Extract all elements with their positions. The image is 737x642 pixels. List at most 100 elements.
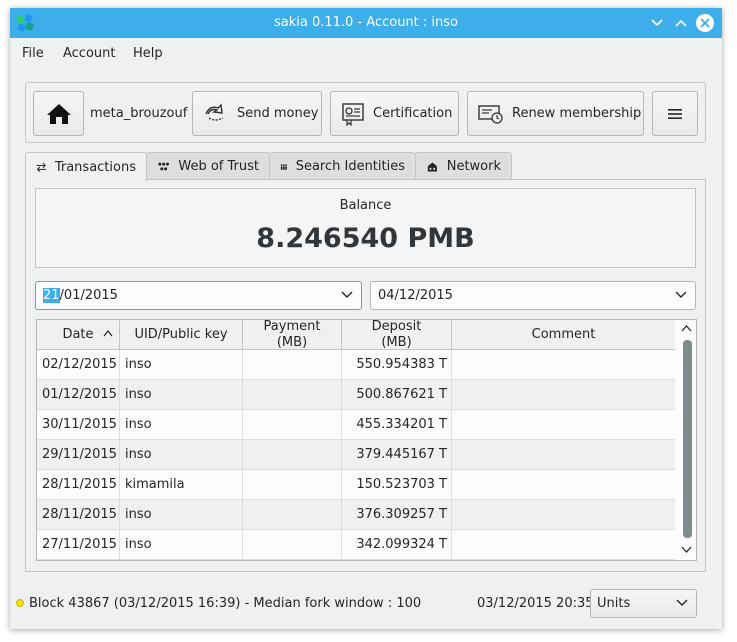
cell-payment bbox=[243, 530, 342, 560]
menu-file[interactable]: File bbox=[22, 46, 44, 61]
chevron-down-icon[interactable] bbox=[341, 291, 353, 299]
tab-search-identities-label: Search Identities bbox=[295, 159, 405, 174]
cell-date: 01/12/2015 bbox=[37, 380, 120, 410]
table-row[interactable]: 27/11/2015 inso 342.099324 T bbox=[37, 530, 675, 560]
send-money-label: Send money bbox=[237, 106, 319, 121]
cell-uid: inso bbox=[120, 410, 243, 440]
tab-transactions[interactable]: Transactions bbox=[25, 152, 147, 181]
scroll-down-icon[interactable] bbox=[681, 546, 692, 554]
status-bar: Block 43867 (03/12/2015 16:39) - Median … bbox=[10, 588, 722, 618]
cell-date: 29/11/2015 bbox=[37, 440, 120, 470]
cell-uid: inso bbox=[120, 380, 243, 410]
cell-comment bbox=[452, 470, 675, 500]
column-header-date[interactable]: Date bbox=[37, 320, 120, 350]
table-row[interactable]: 28/11/2015 kimamila 150.523703 T bbox=[37, 470, 675, 500]
tab-network[interactable]: Network bbox=[415, 152, 512, 180]
certificate-icon bbox=[342, 102, 364, 126]
cell-date: 27/11/2015 bbox=[37, 530, 120, 560]
column-header-uid[interactable]: UID/Public key bbox=[120, 320, 243, 350]
date-from-field[interactable]: 21/01/2015 bbox=[35, 281, 362, 310]
menu-account[interactable]: Account bbox=[63, 46, 116, 61]
date-from-selected-part: 21 bbox=[43, 288, 60, 303]
renew-membership-label: Renew membership bbox=[512, 106, 642, 121]
status-indicator-icon bbox=[16, 599, 24, 607]
send-money-icon bbox=[205, 102, 224, 121]
cell-payment bbox=[243, 410, 342, 440]
block-status-text: Block 43867 (03/12/2015 16:39) - Median … bbox=[29, 596, 422, 611]
network-icon bbox=[427, 161, 437, 172]
tab-search-identities[interactable]: Search Identities bbox=[269, 152, 416, 180]
units-select[interactable]: Units bbox=[590, 589, 697, 618]
tab-web-of-trust-label: Web of Trust bbox=[178, 159, 259, 174]
units-select-value: Units bbox=[597, 596, 631, 611]
cell-deposit: 379.445167 T bbox=[342, 440, 452, 470]
tab-web-of-trust[interactable]: Web of Trust bbox=[146, 152, 270, 180]
menu-help[interactable]: Help bbox=[133, 46, 163, 61]
hamburger-menu-button[interactable] bbox=[652, 91, 698, 136]
balance-box: Balance 8.246540 PMB bbox=[35, 188, 696, 268]
date-from-rest: /01/2015 bbox=[59, 288, 118, 303]
table-row[interactable]: 02/12/2015 inso 550.954383 T bbox=[37, 350, 675, 380]
cell-deposit: 342.099324 T bbox=[342, 530, 452, 560]
date-to-field[interactable]: 04/12/2015 bbox=[370, 281, 696, 310]
cell-payment bbox=[243, 500, 342, 530]
balance-value: 8.246540 PMB bbox=[256, 223, 475, 254]
table-row[interactable]: 29/11/2015 inso 379.445167 T bbox=[37, 440, 675, 470]
cell-payment bbox=[243, 440, 342, 470]
cell-uid: kimamila bbox=[120, 470, 243, 500]
cell-uid: inso bbox=[120, 500, 243, 530]
tab-transactions-label: Transactions bbox=[54, 159, 136, 175]
column-header-comment[interactable]: Comment bbox=[452, 320, 675, 350]
certification-button[interactable]: Certification bbox=[330, 91, 459, 136]
home-icon bbox=[46, 103, 71, 124]
menu-bar: File Account Help bbox=[10, 40, 722, 68]
table-row[interactable]: 28/11/2015 inso 376.309257 T bbox=[37, 500, 675, 530]
cell-deposit: 455.334201 T bbox=[342, 410, 452, 440]
cell-date: 28/11/2015 bbox=[37, 500, 120, 530]
chevron-down-icon[interactable] bbox=[675, 291, 687, 299]
column-header-deposit-unit: (MB) bbox=[381, 335, 412, 350]
cell-uid: inso bbox=[120, 530, 243, 560]
cell-comment bbox=[452, 530, 675, 560]
scroll-up-icon[interactable] bbox=[681, 324, 692, 332]
cell-deposit: 150.523703 T bbox=[342, 470, 452, 500]
maximize-icon[interactable] bbox=[672, 14, 690, 32]
people-icon bbox=[280, 163, 287, 170]
date-to-value: 04/12/2015 bbox=[378, 288, 453, 303]
cell-deposit: 500.867621 T bbox=[342, 380, 452, 410]
toolbar: meta_brouzouf Send money Certification R… bbox=[25, 82, 706, 143]
cell-date: 02/12/2015 bbox=[37, 350, 120, 380]
cell-comment bbox=[452, 440, 675, 470]
table-row[interactable]: 30/11/2015 inso 455.334201 T bbox=[37, 410, 675, 440]
table-header: Date UID/Public key Payment (MB) Deposit… bbox=[37, 320, 675, 350]
cell-deposit: 376.309257 T bbox=[342, 500, 452, 530]
home-button[interactable] bbox=[33, 91, 84, 136]
cell-comment bbox=[452, 500, 675, 530]
cell-date: 30/11/2015 bbox=[37, 410, 120, 440]
column-header-deposit-label: Deposit bbox=[371, 319, 422, 334]
table-row[interactable]: 01/12/2015 inso 500.867621 T bbox=[37, 380, 675, 410]
renew-membership-button[interactable]: Renew membership bbox=[467, 91, 644, 136]
main-window: sakia 0.11.0 - Account : inso File Accou… bbox=[10, 8, 722, 629]
title-bar[interactable]: sakia 0.11.0 - Account : inso bbox=[10, 8, 722, 38]
table-scrollbar[interactable] bbox=[677, 320, 696, 560]
column-header-payment[interactable]: Payment (MB) bbox=[243, 320, 342, 350]
cell-uid: inso bbox=[120, 440, 243, 470]
cell-uid: inso bbox=[120, 350, 243, 380]
cell-payment bbox=[243, 380, 342, 410]
column-header-payment-unit: (MB) bbox=[276, 335, 308, 350]
close-icon[interactable] bbox=[696, 14, 714, 32]
date-from-value: 21/01/2015 bbox=[43, 288, 118, 303]
cell-comment bbox=[452, 350, 675, 380]
balance-label: Balance bbox=[339, 198, 392, 213]
transactions-table: Date UID/Public key Payment (MB) Deposit… bbox=[36, 319, 697, 561]
column-header-deposit[interactable]: Deposit (MB) bbox=[342, 320, 452, 350]
scrollbar-thumb[interactable] bbox=[683, 340, 692, 538]
table-body: 02/12/2015 inso 550.954383 T 01/12/2015 … bbox=[37, 350, 675, 560]
minimize-icon[interactable] bbox=[648, 14, 666, 32]
chevron-down-icon bbox=[676, 599, 688, 606]
hamburger-menu-icon bbox=[668, 108, 682, 119]
send-money-button[interactable]: Send money bbox=[192, 91, 322, 136]
transactions-panel: Balance 8.246540 PMB 21/01/2015 04/12/20… bbox=[25, 179, 706, 572]
cell-comment bbox=[452, 410, 675, 440]
